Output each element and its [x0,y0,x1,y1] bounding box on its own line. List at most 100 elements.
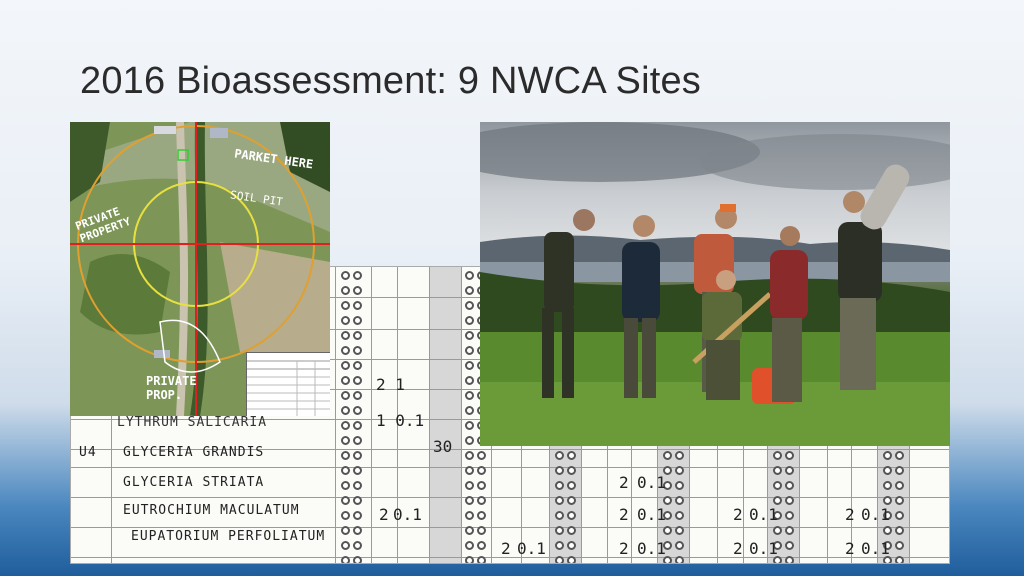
datasheet-ring-marker [477,496,486,505]
datasheet-ring-marker [555,526,564,535]
datasheet-ring-marker [883,451,892,460]
datasheet-ring-marker [567,526,576,535]
datasheet-ring-marker [785,526,794,535]
datasheet-ring-marker [675,481,684,490]
datasheet-ring-marker [675,496,684,505]
datasheet-ring-marker [353,271,362,280]
datasheet-ring-marker [341,271,350,280]
datasheet-ring-marker [785,511,794,520]
field-crew-photo [480,122,950,446]
datasheet-ring-marker [477,541,486,550]
datasheet-ring-marker [567,496,576,505]
cover-value: 2 [733,539,743,558]
datasheet-ring-marker [675,541,684,550]
datasheet-ring-marker [883,496,892,505]
datasheet-ring-marker [465,466,474,475]
species-name: GLYCERIA STRIATA [123,475,265,490]
datasheet-ring-marker [341,391,350,400]
datasheet-ring-marker [465,406,474,415]
cover-value: 0.1 [637,473,666,492]
datasheet-ring-marker [895,496,904,505]
datasheet-ring-marker [477,511,486,520]
datasheet-ring-marker [773,481,782,490]
datasheet-ring-marker [465,271,474,280]
datasheet-ring-marker [895,466,904,475]
datasheet-ring-marker [785,451,794,460]
datasheet-ring-marker [773,451,782,460]
datasheet-ring-marker [353,526,362,535]
coordinates-table-lines [247,360,330,416]
datasheet-ring-marker [341,346,350,355]
cover-value: 2 [845,539,855,558]
datasheet-ring-marker [465,301,474,310]
datasheet-ring-marker [663,526,672,535]
datasheet-ring-marker [353,541,362,550]
datasheet-ring-marker [353,451,362,460]
datasheet-ring-marker [353,301,362,310]
datasheet-ring-marker [465,286,474,295]
datasheet-ring-marker [555,481,564,490]
datasheet-ring-marker [785,466,794,475]
cover-value: 2 [619,539,629,558]
cover-value: 0.1 [517,539,546,558]
datasheet-ring-marker [341,331,350,340]
datasheet-ring-marker [465,511,474,520]
datasheet-ring-marker [341,556,350,563]
datasheet-ring-marker [341,376,350,385]
datasheet-ring-marker [341,286,350,295]
slide-title: 2016 Bioassessment: 9 NWCA Sites [80,60,702,102]
datasheet-ring-marker [567,556,576,563]
field-crew-illustration [480,122,950,446]
datasheet-ring-marker [341,526,350,535]
datasheet-ring-marker [353,391,362,400]
datasheet-ring-marker [465,346,474,355]
map-label-private-prop: PRIVATE PROP. [146,374,197,402]
top-value-2: 1 0.1 [376,411,425,430]
datasheet-ring-marker [895,526,904,535]
datasheet-ring-marker [773,496,782,505]
datasheet-ring-marker [883,526,892,535]
species-partial: LYTHRUM SALICARIA [117,415,268,430]
datasheet-ring-marker [555,496,564,505]
datasheet-ring-marker [465,526,474,535]
datasheet-ring-marker [341,406,350,415]
datasheet-ring-marker [663,451,672,460]
datasheet-ring-marker [567,481,576,490]
datasheet-ring-marker [465,391,474,400]
datasheet-ring-marker [883,466,892,475]
datasheet-ring-marker [555,451,564,460]
datasheet-ring-marker [675,556,684,563]
datasheet-ring-marker [555,511,564,520]
cover-value: 30 [433,437,453,456]
datasheet-ring-marker [477,481,486,490]
datasheet-ring-marker [477,466,486,475]
cover-value: 2 [619,473,629,492]
cover-value: 0.1 [637,505,666,524]
species-name: GLYCERIA GRANDIS [123,445,265,460]
datasheet-ring-marker [353,436,362,445]
datasheet-ring-marker [353,496,362,505]
datasheet-ring-marker [675,451,684,460]
datasheet-ring-marker [353,376,362,385]
datasheet-ring-marker [465,556,474,563]
datasheet-ring-marker [465,316,474,325]
datasheet-ring-marker [353,331,362,340]
datasheet-ring-marker [567,451,576,460]
datasheet-ring-marker [353,286,362,295]
cover-value: 0.1 [749,539,778,558]
datasheet-ring-marker [895,511,904,520]
datasheet-ring-marker [341,316,350,325]
datasheet-ring-marker [477,526,486,535]
datasheet-ring-marker [465,481,474,490]
datasheet-ring-marker [341,496,350,505]
datasheet-ring-marker [353,421,362,430]
datasheet-ring-marker [341,466,350,475]
datasheet-ring-marker [773,526,782,535]
datasheet-ring-marker [555,541,564,550]
datasheet-ring-marker [785,541,794,550]
datasheet-ring-marker [353,466,362,475]
species-name: EUPATORIUM PERFOLIATUM [131,529,326,544]
datasheet-ring-marker [675,526,684,535]
datasheet-ring-marker [341,361,350,370]
datasheet-ring-marker [465,376,474,385]
